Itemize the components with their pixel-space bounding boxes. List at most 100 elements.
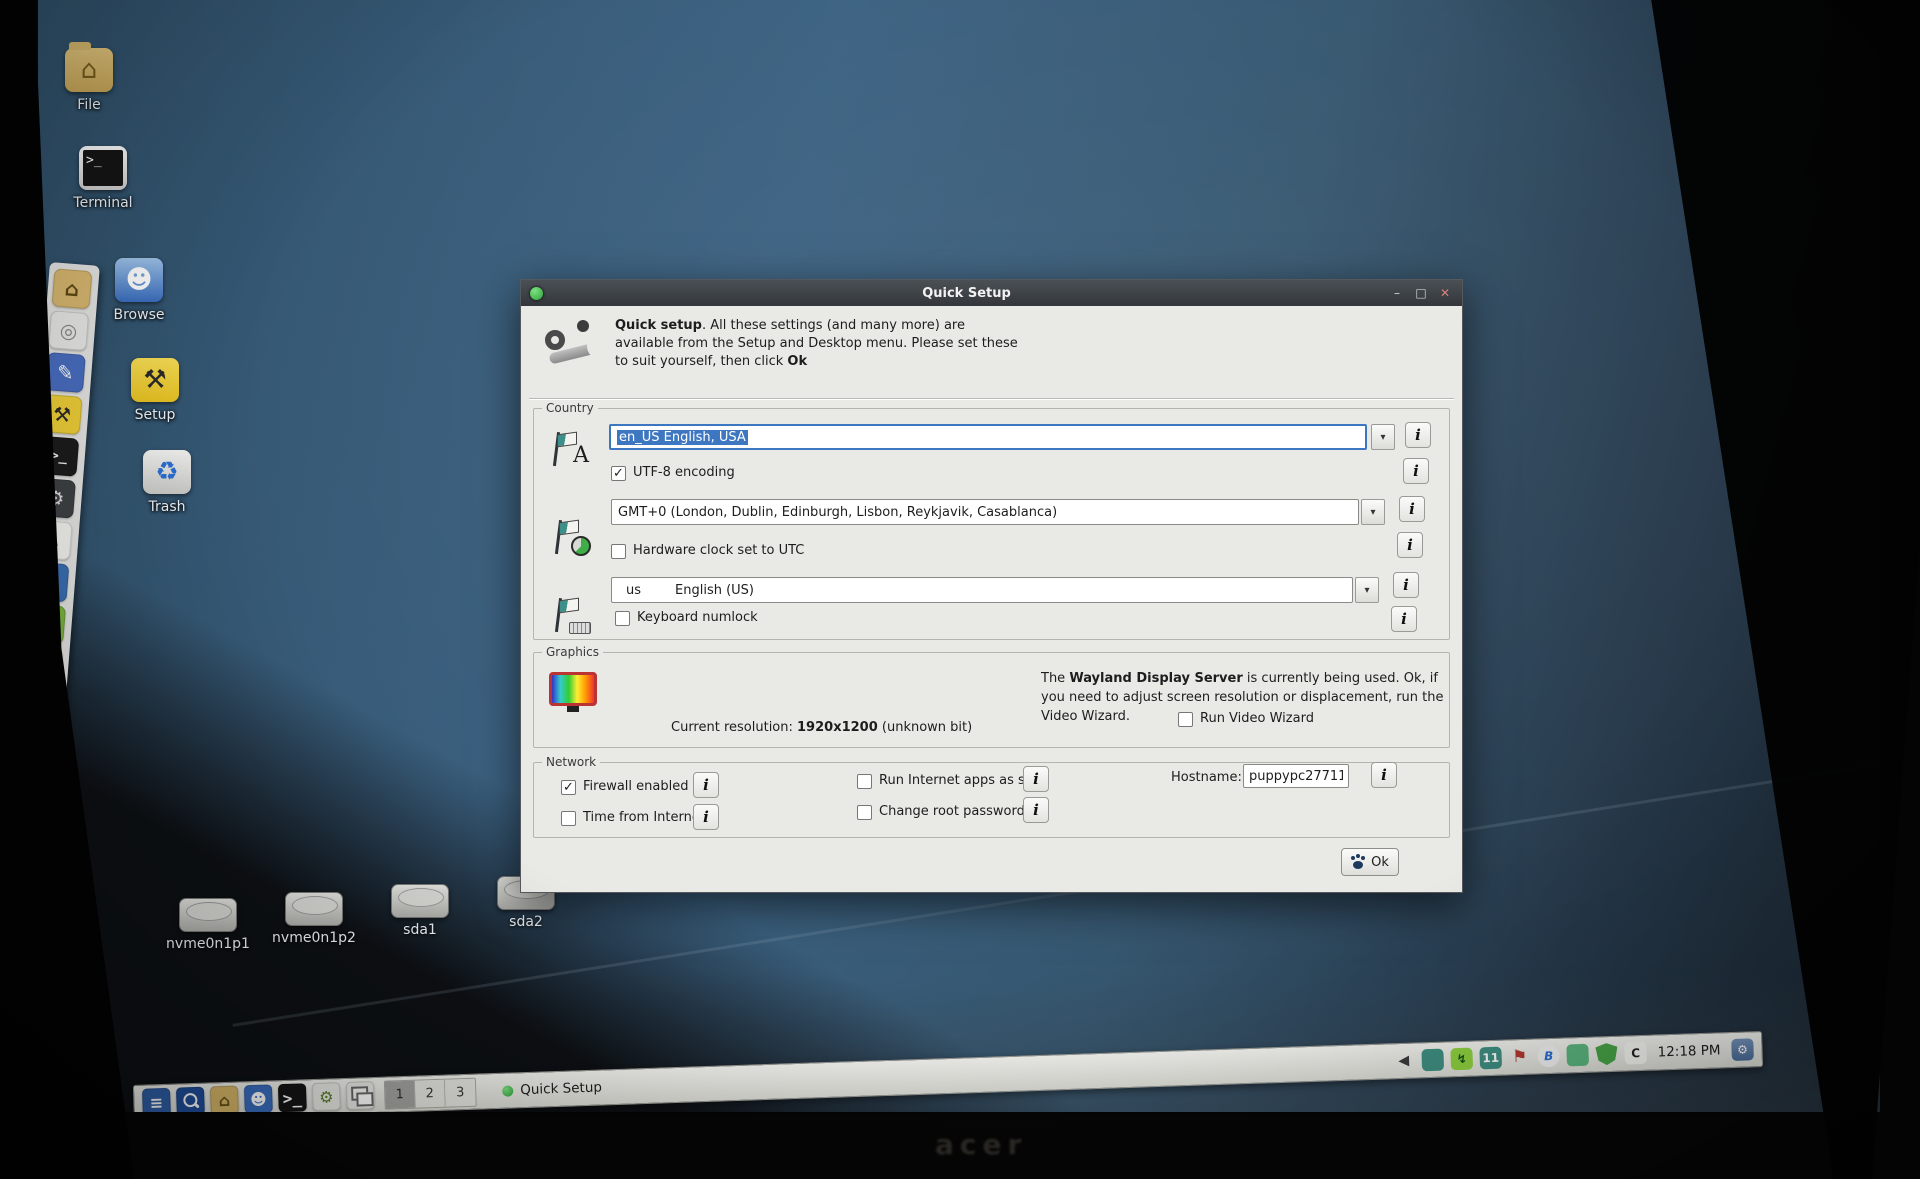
volume-icon[interactable]: ◀ [1392, 1050, 1415, 1073]
battery-icon[interactable]: ↯ [1450, 1048, 1473, 1071]
intro-text: Quick setup. All these settings (and man… [615, 317, 1019, 372]
hard-disk-icon [285, 892, 343, 926]
hwclock-checkbox[interactable] [611, 544, 626, 559]
cd-disc-icon[interactable]: ◎ [48, 310, 89, 351]
window-menu-icon[interactable] [530, 287, 543, 300]
tools-icon: ⚒ [131, 358, 179, 402]
timezone-dropdown-icon[interactable]: ▾ [1361, 499, 1385, 525]
drive-label: sda2 [476, 914, 576, 930]
shield-icon[interactable] [1595, 1043, 1618, 1066]
utf8-info-button[interactable]: i [1403, 458, 1429, 484]
bluetooth-icon[interactable]: B [1537, 1045, 1560, 1068]
numlock-info-button[interactable]: i [1391, 606, 1417, 632]
locale-info-button[interactable]: i [1405, 422, 1431, 448]
taskbar-window-button[interactable]: Quick Setup [492, 1076, 612, 1102]
search-icon[interactable] [176, 1087, 205, 1112]
paint-icon[interactable] [38, 645, 63, 686]
keyboard-code: us [626, 583, 641, 598]
quit-icon[interactable]: ✕ [38, 896, 43, 937]
file-manager-icon[interactable]: ⌂ [210, 1086, 239, 1112]
time-internet-label: Time from Internet [583, 810, 705, 825]
desktop-icon-label: Setup [112, 407, 198, 423]
terminal-launcher-icon[interactable]: >_ [278, 1083, 307, 1112]
load-indicator-icon[interactable]: 11 [1479, 1047, 1502, 1070]
chat-person-icon[interactable]: ☻ [244, 1084, 273, 1112]
time-internet-checkbox[interactable] [561, 811, 576, 826]
drive-icon-nvme0n1p1[interactable]: nvme0n1p1 [158, 898, 258, 952]
titlebar[interactable]: Quick Setup – □ ✕ [521, 280, 1462, 306]
quick-setup-icon [543, 318, 601, 370]
status-square-icon[interactable] [1566, 1044, 1589, 1067]
browser-person-icon[interactable]: ☻ [38, 687, 59, 728]
run-video-checkbox[interactable] [1178, 712, 1193, 727]
terminal-icon[interactable]: >_ [38, 436, 79, 477]
drive-icon-sda1[interactable]: sda1 [370, 884, 470, 938]
workspace-2[interactable]: 2 [415, 1079, 446, 1107]
keyboard-flag-icon [551, 596, 591, 634]
hostname-info-button[interactable]: i [1371, 762, 1397, 788]
desktop-icon-file[interactable]: ⌂ File [46, 48, 132, 113]
separator [529, 398, 1454, 399]
paw-icon [1351, 856, 1366, 869]
menu-icon[interactable]: ≡ [142, 1088, 171, 1112]
connect-icon[interactable]: ▤ [38, 771, 53, 812]
run-spot-checkbox[interactable] [857, 774, 872, 789]
network-flag-icon[interactable]: ⚑ [1508, 1046, 1531, 1069]
change-root-checkbox[interactable] [857, 805, 872, 820]
hwclock-info-button[interactable]: i [1397, 532, 1423, 558]
text-editor-icon[interactable]: ✎ [38, 520, 73, 561]
time-internet-info-button[interactable]: i [693, 804, 719, 830]
workspace-3[interactable]: 3 [445, 1078, 476, 1106]
desktop-icon-terminal[interactable]: >_ Terminal [60, 146, 146, 211]
calendar-icon[interactable]: 01 [38, 813, 50, 854]
close-icon[interactable]: ✕ [1438, 286, 1452, 300]
utilities-gear-icon[interactable]: ⚙ [38, 478, 76, 519]
clipboard-icon[interactable]: C [1624, 1042, 1647, 1065]
country-legend: Country [542, 401, 598, 415]
screenshot-icon[interactable]: ⚙ [312, 1082, 341, 1111]
change-root-info-button[interactable]: i [1023, 797, 1049, 823]
running-app-icon [502, 1085, 513, 1096]
graphics-legend: Graphics [542, 645, 603, 659]
hard-disk-icon [179, 898, 237, 932]
keyboard-dropdown-icon[interactable]: ▾ [1355, 577, 1379, 603]
locale-dropdown-icon[interactable]: ▾ [1371, 424, 1395, 450]
workspace-pager: 123 [384, 1077, 477, 1109]
locale-input[interactable]: en_US English, USA [609, 424, 1367, 450]
drive-icon-nvme0n1p2[interactable]: nvme0n1p2 [264, 892, 364, 946]
monitor-icon [549, 672, 597, 714]
hostname-input[interactable] [1243, 764, 1349, 788]
utf8-checkbox[interactable]: ✓ [611, 466, 626, 481]
net-blob-icon[interactable] [1421, 1049, 1444, 1072]
desktop-icon-trash[interactable]: ♻ Trash [124, 450, 210, 515]
media-player-icon[interactable]: ▶ [38, 855, 46, 896]
maximize-icon[interactable]: □ [1414, 286, 1428, 300]
email-icon[interactable]: @ [38, 729, 56, 770]
change-root-label: Change root password [879, 804, 1025, 819]
writer-icon[interactable]: ✒ [38, 561, 69, 602]
keyboard-info-button[interactable]: i [1393, 572, 1419, 598]
minimize-icon[interactable]: – [1390, 286, 1404, 300]
ok-button[interactable]: Ok [1341, 848, 1399, 876]
install-icon[interactable]: ✎ [45, 352, 86, 393]
firewall-checkbox[interactable]: ✓ [561, 780, 576, 795]
window-list-icon[interactable] [346, 1081, 375, 1110]
run-spot-info-button[interactable]: i [1023, 766, 1049, 792]
keyboard-name: English (US) [675, 583, 754, 598]
calc-icon[interactable]: ∑ [38, 603, 66, 644]
desktop-icon-label: File [46, 97, 132, 113]
settings-gear-icon[interactable]: ⚙ [1731, 1038, 1754, 1061]
workspace-1[interactable]: 1 [385, 1080, 416, 1108]
quick-setup-dialog: Quick Setup – □ ✕ Quick setup. All these… [520, 279, 1463, 893]
desktop-icon-setup[interactable]: ⚒ Setup [112, 358, 198, 423]
locale-flag-icon: A [549, 430, 589, 468]
numlock-checkbox[interactable] [615, 611, 630, 626]
monitor-bezel: acer [0, 1115, 1920, 1179]
timezone-info-button[interactable]: i [1399, 496, 1425, 522]
home-folder-icon[interactable]: ⌂ [52, 268, 93, 309]
desktop-icon-browse[interactable]: ☻ Browse [96, 258, 182, 323]
setup-tools-icon[interactable]: ⚒ [42, 394, 83, 435]
timezone-select[interactable]: GMT+0 (London, Dublin, Edinburgh, Lisbon… [611, 499, 1359, 525]
keyboard-select[interactable]: us English (US) [611, 577, 1353, 603]
firewall-info-button[interactable]: i [693, 772, 719, 798]
